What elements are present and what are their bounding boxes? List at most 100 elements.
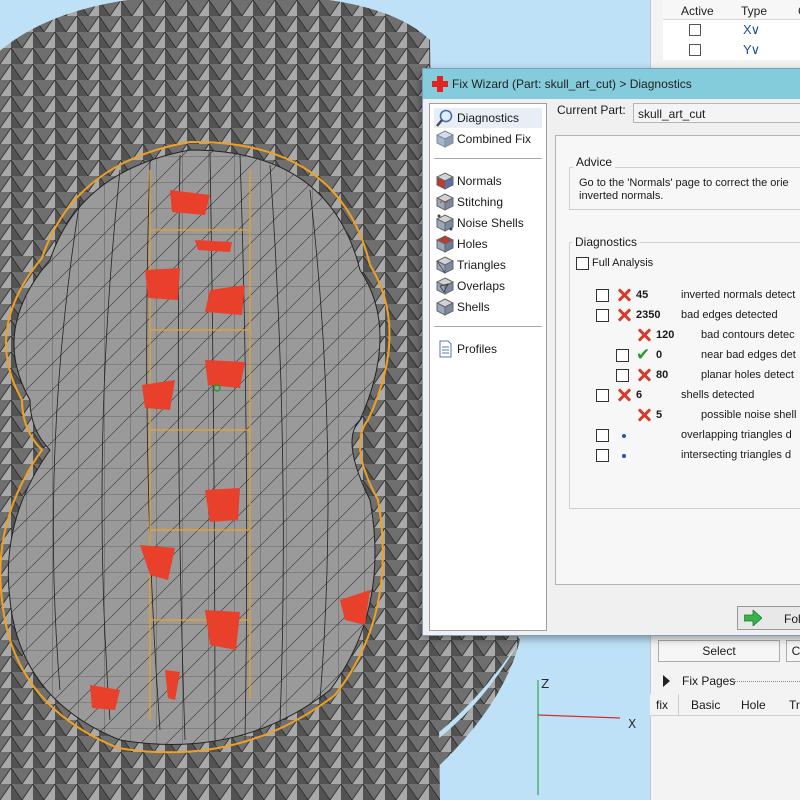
fix-wizard-dialog: Fix Wizard (Part: skull_art_cut) > Diagn… [422,68,800,636]
follow-button[interactable]: Fol [737,606,800,630]
diagnostic-count: 80 [656,369,669,381]
diagnostic-count: 45 [636,289,649,301]
axis-x-label: X [628,717,636,731]
diagnostic-label: inverted normals detect [681,289,796,301]
diagnostic-row[interactable]: overlapping triangles d [423,427,800,445]
active-checkbox[interactable] [689,44,701,56]
divider [734,681,800,682]
table-row[interactable]: X∨ [663,20,800,40]
current-part-label: Current Part: [557,103,626,117]
nav-label: Normals [457,174,502,188]
medical-cross-icon [432,76,448,92]
nav-item-stitching[interactable]: Stitching [434,192,542,212]
diagnostic-count: 5 [656,409,663,421]
full-analysis-checkbox[interactable] [576,257,589,270]
current-part-field[interactable]: skull_art_cut [633,103,800,123]
fix-pages-expander[interactable]: Fix Pages [658,672,800,692]
nav-item-noise-shells[interactable]: Noise Shells [434,213,542,233]
column-active[interactable]: Active [681,4,714,18]
diagnostic-count: 6 [636,389,643,401]
nav-label: Triangles [457,258,506,272]
diagnostic-count: 0 [656,349,663,361]
diagnostic-label: intersecting triangles d [681,449,792,461]
error-x-icon [616,307,632,323]
fix-pages-tabs: fix Basic Hole Tri [650,694,800,716]
full-analysis-row[interactable]: Full Analysis [576,255,800,273]
divider [434,158,542,159]
error-x-icon [636,367,652,383]
diagnostic-checkbox[interactable] [596,449,609,462]
diagnostic-checkbox[interactable] [596,309,609,322]
diagnostic-row[interactable]: 80 planar holes detect [423,367,800,385]
divider [678,694,679,716]
active-checkbox[interactable] [689,24,701,36]
dialog-titlebar[interactable]: Fix Wizard (Part: skull_art_cut) > Diagn… [423,69,800,99]
green-arrow-icon [744,610,762,626]
diagnostic-label: overlapping triangles d [681,429,792,441]
type-glyph: X∨ [743,22,760,37]
tab-tri[interactable]: Tri [789,698,800,712]
fix-pages-label: Fix Pages [682,674,736,688]
expand-triangle-icon[interactable] [662,675,672,687]
diagnostic-count: 120 [656,329,675,341]
nav-item-normals[interactable]: Normals [434,171,542,191]
diagnostic-row[interactable]: 120 bad contours detec [423,327,800,345]
ok-check-icon: ✔ [636,345,651,364]
error-x-icon [636,327,652,343]
diagnostic-label: bad contours detec [701,329,795,341]
nav-item-holes[interactable]: Holes [434,234,542,254]
diagnostic-label: planar holes detect [701,369,794,381]
diagnostic-checkbox[interactable] [616,369,629,382]
diagnostic-row[interactable]: 45 inverted normals detect [423,287,800,305]
select-button[interactable]: Select [658,640,780,662]
diagnostic-row[interactable]: 2350 bad edges detected [423,307,800,325]
side-table-header: Active Type C [663,0,800,20]
diagnostic-label: possible noise shell [701,409,797,421]
diagnostic-count: 2350 [636,309,661,321]
stitching-cube-icon [436,193,454,211]
tab-basic[interactable]: Basic [691,698,720,712]
diagnostic-label: near bad edges det [701,349,796,361]
error-x-icon [616,287,632,303]
tab-fix[interactable]: fix [656,698,668,712]
diagnostic-label: shells detected [681,389,755,401]
diagnostic-row[interactable]: 5 possible noise shell [423,407,800,425]
c-button[interactable]: C [786,640,800,662]
tab-hole[interactable]: Hole [741,698,766,712]
diagnostic-row[interactable]: intersecting triangles d [423,447,800,465]
axis-z-label: Z [541,677,549,691]
cube-icon [436,130,454,148]
full-analysis-label: Full Analysis [592,257,654,269]
nav-item-triangles[interactable]: Triangles [434,255,542,275]
nav-label: Holes [457,237,488,251]
holes-cube-icon [436,235,454,253]
noise-shells-icon [436,214,454,232]
triangles-icon [436,256,454,274]
column-type[interactable]: Type [741,4,767,18]
diagnostic-label: bad edges detected [681,309,778,321]
nav-item-diagnostics[interactable]: Diagnostics [434,108,542,128]
normals-cube-icon [436,172,454,190]
diagnostic-checkbox[interactable] [616,349,629,362]
diagnostic-checkbox[interactable] [596,289,609,302]
diagnostics-title: Diagnostics [572,235,641,249]
advice-title: Advice [573,155,616,169]
pending-dot-icon [622,454,626,458]
follow-button-label: Fol [784,612,800,626]
type-glyph: Y∨ [743,42,760,57]
mesh-cavity [7,149,381,745]
nav-label: Stitching [457,195,504,209]
diagnostic-row[interactable]: 6 shells detected [423,387,800,405]
nav-label: Diagnostics [457,111,520,125]
diagnostic-row[interactable]: ✔ 0 near bad edges det [423,345,800,365]
nav-item-combined-fix[interactable]: Combined Fix [434,129,542,149]
diagnostic-checkbox[interactable] [596,429,609,442]
error-x-icon [616,387,632,403]
nav-label: Noise Shells [457,216,524,230]
pending-dot-icon [622,434,626,438]
nav-label: Combined Fix [457,132,532,146]
table-row[interactable]: Y∨ [663,40,800,60]
dialog-title: Fix Wizard (Part: skull_art_cut) > Diagn… [452,77,692,91]
advice-text: Go to the 'Normals' page to correct the … [579,177,789,202]
diagnostic-checkbox[interactable] [596,389,609,402]
